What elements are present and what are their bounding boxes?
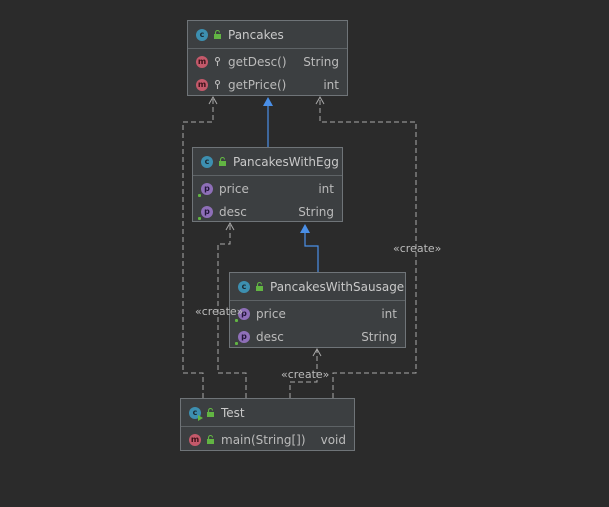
property-icon-letter: p [204,184,210,193]
member-type: void [320,432,346,447]
class-icon: c [238,280,250,293]
member-row[interactable]: p price int [230,302,405,325]
public-lock-icon [255,282,264,291]
field-marker-icon [235,318,238,322]
member-name: getPrice() [228,77,287,92]
class-name: PancakesWithEgg [233,154,339,169]
field-marker-icon [235,341,238,345]
public-lock-icon [218,157,227,166]
create-label-right: «create» [393,242,442,255]
static-method-icon: m [189,433,201,446]
inherit-arrow-egg [300,224,310,233]
member-type: int [323,77,339,92]
class-node-pancakes-with-egg[interactable]: c PancakesWithEgg p price int p desc Str… [192,147,343,222]
property-icon: p [235,330,250,345]
member-name: desc [219,204,247,219]
runnable-class-icon: c [189,406,203,421]
member-row[interactable]: m getPrice() int [188,73,347,96]
abstract-key-icon [213,80,222,89]
member-type: String [298,204,334,219]
create-label-left: «create» [195,305,244,318]
member-name: desc [256,329,284,344]
field-marker-icon [198,193,201,197]
class-header: c Pancakes [188,21,347,49]
open-arrow-sausage [312,347,322,357]
inherit-arrow-pancakes [263,97,273,106]
member-row[interactable]: m main(String[]) void [181,428,354,451]
member-row[interactable]: m getDesc() String [188,50,347,73]
field-marker-icon [198,216,201,220]
class-name: Pancakes [228,27,284,42]
uml-diagram-canvas: c Pancakes m getDesc() String m getPrice… [0,0,609,507]
member-name: price [256,306,286,321]
class-node-pancakes[interactable]: c Pancakes m getDesc() String m getPrice… [187,20,348,96]
open-arrow-egg [225,221,235,231]
property-icon: p [198,182,213,197]
class-node-pancakes-with-sausage[interactable]: c PancakesWithSausage p price int p desc… [229,272,406,348]
method-icon: m [196,55,208,68]
member-name: main(String[]) [221,432,306,447]
member-type: String [303,54,339,69]
member-row[interactable]: p price int [193,177,342,200]
create-edge-test-pancakes-left [182,98,214,398]
class-header: c Test [181,399,354,427]
member-type: String [361,329,397,344]
public-lock-icon [206,408,215,417]
inherit-edge-sausage-egg [304,231,319,272]
abstract-key-icon [213,57,222,66]
public-lock-icon [213,30,222,39]
member-type: int [381,306,397,321]
member-type: int [318,181,334,196]
open-arrow-pancakes-right [315,95,325,105]
class-name: Test [221,405,245,420]
method-icon: m [196,78,208,91]
class-icon: c [201,155,213,168]
member-row[interactable]: p desc String [230,325,405,348]
property-icon-letter: p [241,332,247,341]
class-header: c PancakesWithEgg [193,148,342,176]
member-row[interactable]: p desc String [193,200,342,223]
class-name: PancakesWithSausage [270,279,405,294]
property-icon-letter: p [204,207,210,216]
property-icon: p [198,205,213,220]
class-node-test[interactable]: c Test m main(String[]) void [180,398,355,451]
member-name: getDesc() [228,54,287,69]
member-name: price [219,181,249,196]
public-lock-icon [206,435,215,444]
open-arrow-pancakes-left [208,95,218,105]
create-label-bottom: «create» [281,368,330,381]
class-header: c PancakesWithSausage [230,273,405,301]
class-icon: c [196,28,208,41]
